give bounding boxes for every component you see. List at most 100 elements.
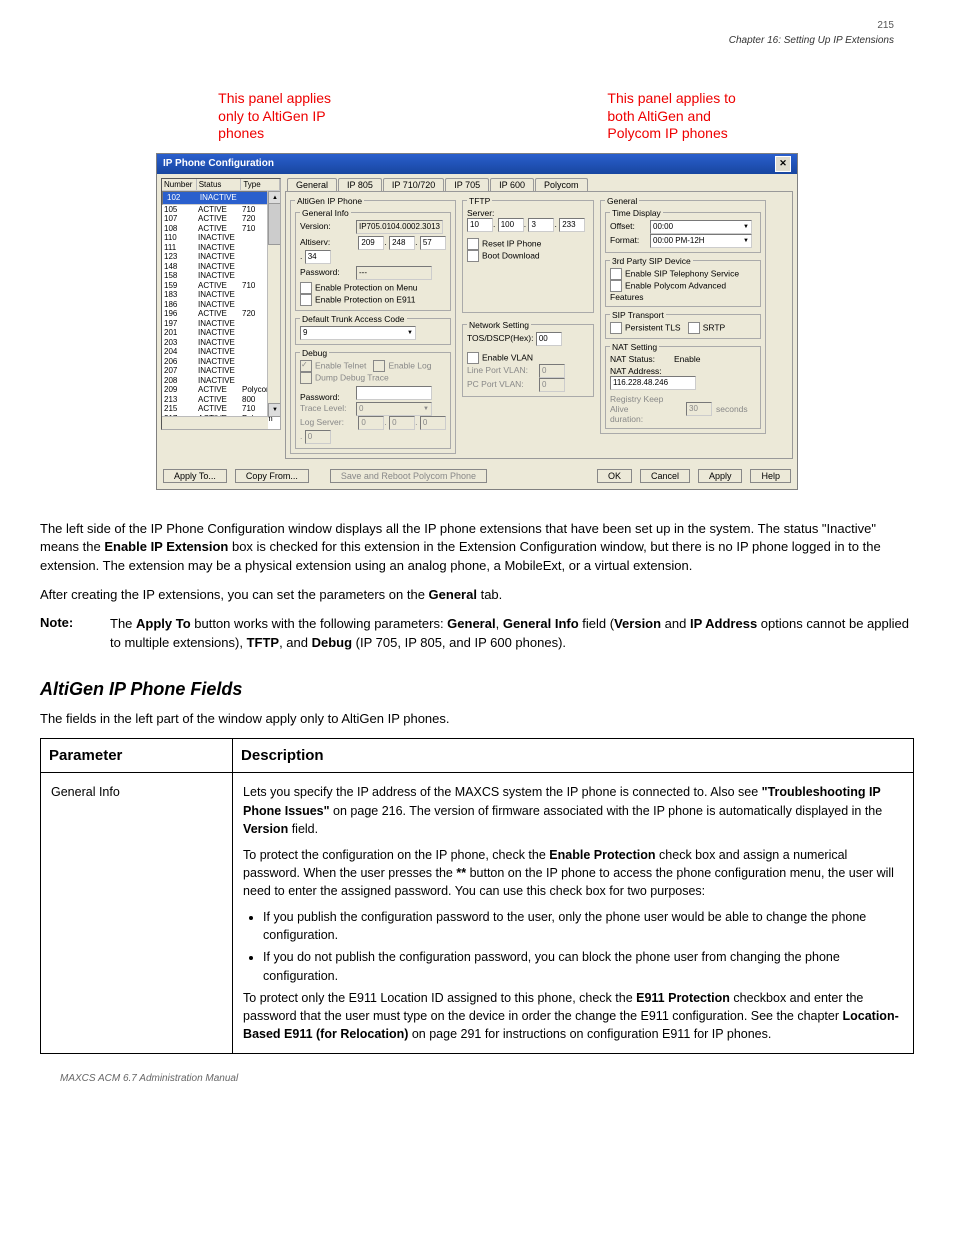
ext-row[interactable]: 204INACTIVE	[162, 347, 280, 357]
td-generalinfo-desc: Lets you specify the IP address of the M…	[233, 773, 914, 1054]
apply-button[interactable]: Apply	[698, 469, 743, 483]
th-parameter: Parameter	[41, 739, 233, 773]
fs-altigen-ipphone: AltiGen IP Phone General Info Version:IP…	[290, 196, 456, 454]
chk-dump-trace	[300, 372, 312, 384]
ext-row[interactable]: 123INACTIVE	[162, 252, 280, 262]
ext-row[interactable]: 197INACTIVE	[162, 319, 280, 329]
offset-select[interactable]: 00:00▼	[650, 220, 752, 234]
ext-row[interactable]: 196ACTIVE720	[162, 309, 280, 319]
para-after-creating: After creating the IP extensions, you ca…	[40, 586, 914, 605]
scroll-thumb[interactable]	[268, 203, 281, 245]
dbg-pwd-field[interactable]	[356, 386, 432, 400]
altiserv-ip-c[interactable]: 57	[420, 236, 446, 250]
chk-boot-download[interactable]	[467, 250, 479, 262]
close-icon[interactable]: ✕	[775, 156, 791, 172]
chk-enable-sip-telephony[interactable]	[610, 268, 622, 280]
ext-row[interactable]: 102INACTIVE	[162, 191, 280, 205]
ext-row[interactable]: 108ACTIVE710	[162, 224, 280, 234]
note-label: Note:	[40, 615, 92, 630]
tab-ip600[interactable]: IP 600	[490, 178, 534, 191]
tos-field[interactable]: 00	[536, 332, 562, 346]
ext-row[interactable]: 105ACTIVE710	[162, 205, 280, 215]
chk-enable-telnet	[300, 360, 312, 372]
dtac-select[interactable]: 9▼	[300, 326, 416, 340]
ext-row[interactable]: 206INACTIVE	[162, 357, 280, 367]
footnote: MAXCS ACM 6.7 Administration Manual	[60, 1073, 238, 1084]
vscrollbar[interactable]: ▲ ▼	[267, 191, 280, 417]
fs-nat: NAT Setting NAT Status:Enable NAT Addres…	[605, 342, 761, 429]
ext-row[interactable]: 183INACTIVE	[162, 290, 280, 300]
dialog-body: Number Status Type 102INACTIVE105ACTIVE7…	[157, 174, 797, 463]
hscrollbar[interactable]	[162, 416, 268, 429]
tab-ip805[interactable]: IP 805	[338, 178, 382, 191]
note-row: Note: The Apply To button works with the…	[40, 615, 914, 653]
col-general: General Time Display Offset:00:00▼ Forma…	[600, 196, 766, 454]
chapter-title: Chapter 16: Setting Up IP Extensions	[729, 35, 894, 46]
ext-row[interactable]: 186INACTIVE	[162, 300, 280, 310]
chk-tls[interactable]	[610, 322, 622, 334]
tftp-ip-c[interactable]: 3	[528, 218, 554, 232]
ext-row[interactable]: 111INACTIVE	[162, 243, 280, 253]
tab-bar: General IP 805 IP 710/720 IP 705 IP 600 …	[285, 178, 793, 191]
ext-row[interactable]: 213ACTIVE800	[162, 395, 280, 405]
altiserv-ip-a[interactable]: 209	[358, 236, 384, 250]
ok-button[interactable]: OK	[597, 469, 632, 483]
help-button[interactable]: Help	[750, 469, 791, 483]
altiserv-ip-d[interactable]: 34	[305, 250, 331, 264]
ext-row[interactable]: 107ACTIVE720	[162, 214, 280, 224]
para-altigen-fields: The fields in the left part of the windo…	[40, 710, 914, 729]
ext-row[interactable]: 148INACTIVE	[162, 262, 280, 272]
td-generalinfo-param: General Info	[41, 773, 233, 1054]
ext-row[interactable]: 158INACTIVE	[162, 271, 280, 281]
fs-sip-transport: SIP Transport Persistent TLS SRTP	[605, 310, 761, 339]
heading-altigen-fields: AltiGen IP Phone Fields	[40, 679, 914, 700]
fs-debug: Debug Enable Telnet Enable Log Dump Debu…	[295, 348, 451, 449]
page-1: 215 Chapter 16: Setting Up IP Extensions…	[0, 0, 954, 1104]
ext-row[interactable]: 215ACTIVE710	[162, 404, 280, 414]
ext-row[interactable]: 208INACTIVE	[162, 376, 280, 386]
format-select[interactable]: 00:00 PM-12H▼	[650, 234, 752, 248]
keepalive-field: 30	[686, 402, 712, 416]
ext-row[interactable]: 207INACTIVE	[162, 366, 280, 376]
note-body: The Apply To button works with the follo…	[110, 615, 914, 653]
tab-content-general: AltiGen IP Phone General Info Version:IP…	[285, 191, 793, 459]
trace-level-select: 0▼	[356, 402, 432, 416]
nat-addr-field[interactable]: 116.228.48.246	[610, 376, 696, 390]
chk-protect-e911[interactable]	[300, 294, 312, 306]
tftp-ip-d[interactable]: 233	[559, 218, 585, 232]
chk-srtp[interactable]	[688, 322, 700, 334]
ext-row[interactable]: 110INACTIVE	[162, 233, 280, 243]
apply-to-button[interactable]: Apply To...	[163, 469, 227, 483]
tab-ip710720[interactable]: IP 710/720	[383, 178, 444, 191]
ext-row[interactable]: 209ACTIVEPolycom	[162, 385, 280, 395]
pwd-field: ---	[356, 266, 432, 280]
cancel-button[interactable]: Cancel	[640, 469, 690, 483]
tftp-ip-b[interactable]: 100	[498, 218, 524, 232]
annot-row: This panel applies only to AltiGen IP ph…	[80, 90, 874, 143]
fs-network-setting: Network Setting TOS/DSCP(Hex): 00 Enable…	[462, 320, 594, 397]
chk-protect-menu[interactable]	[300, 282, 312, 294]
tab-polycom[interactable]: Polycom	[535, 178, 588, 191]
ext-row[interactable]: 201INACTIVE	[162, 328, 280, 338]
fs-general: General Time Display Offset:00:00▼ Forma…	[600, 196, 766, 434]
extension-list[interactable]: Number Status Type 102INACTIVE105ACTIVE7…	[161, 178, 281, 430]
fs-general-info: General Info Version:IP705.0104.0002.301…	[295, 208, 451, 311]
version-field: IP705.0104.0002.3013	[356, 220, 443, 234]
table-altigen-fields: Parameter Description General Info Lets …	[40, 738, 914, 1054]
chk-enable-vlan[interactable]	[467, 352, 479, 364]
tftp-ip-a[interactable]: 10	[467, 218, 493, 232]
chk-enable-polycom-advanced[interactable]	[610, 280, 622, 292]
fs-dtac: Default Trunk Access Code 9▼	[295, 314, 451, 345]
scroll-down-icon[interactable]: ▼	[268, 403, 281, 417]
ext-row[interactable]: 159ACTIVE710	[162, 281, 280, 291]
chk-enable-log	[373, 360, 385, 372]
ext-row[interactable]: 203INACTIVE	[162, 338, 280, 348]
altiserv-ip-b[interactable]: 248	[389, 236, 415, 250]
copy-from-button[interactable]: Copy From...	[235, 469, 309, 483]
tab-ip705[interactable]: IP 705	[445, 178, 489, 191]
nat-status: Enable	[674, 354, 700, 364]
col-middle: TFTP Server: 10. 100. 3. 233 Reset IP Ph…	[462, 196, 594, 454]
chk-reset-ipphone[interactable]	[467, 238, 479, 250]
tab-general[interactable]: General	[287, 178, 337, 191]
ext-list-rows: 102INACTIVE105ACTIVE710107ACTIVE720108AC…	[162, 191, 280, 430]
